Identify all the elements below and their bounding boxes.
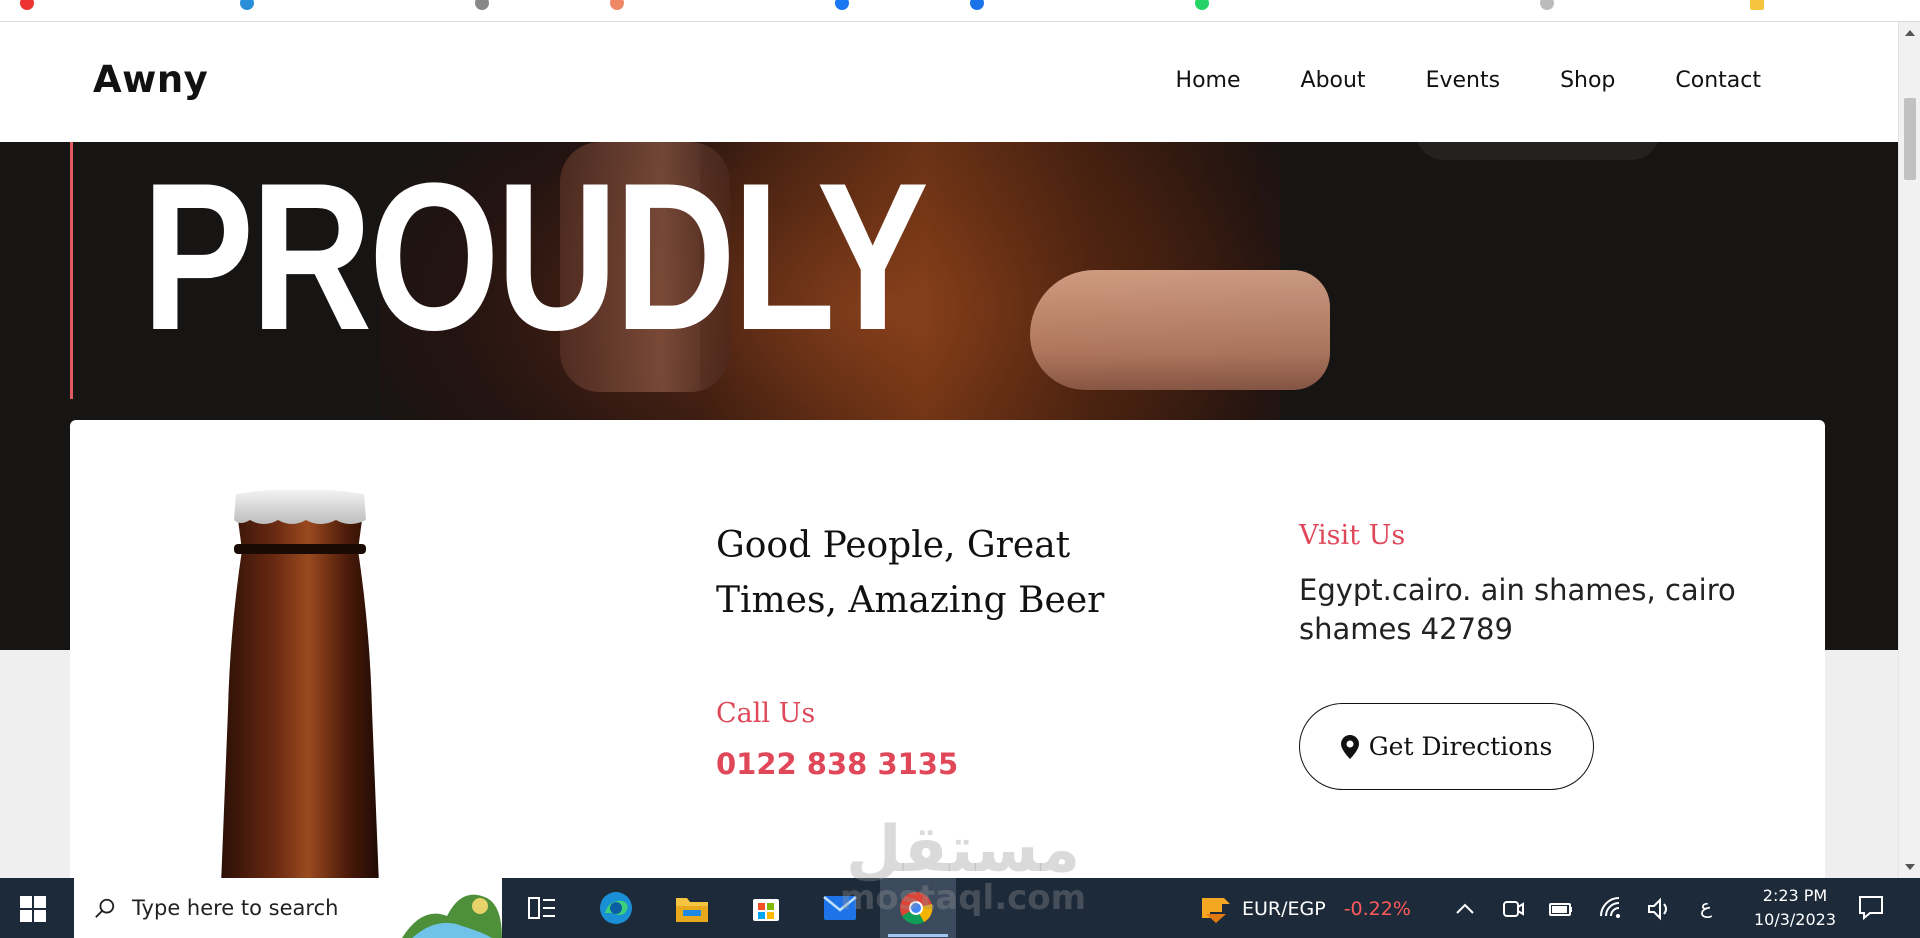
bookmark-favicon-icon (610, 0, 624, 10)
hero-title: PROUDLY (142, 142, 929, 374)
hero-accent-line (70, 142, 73, 399)
bookmark-favicon-icon (970, 0, 984, 10)
bookmark-favicon-icon (20, 0, 34, 10)
bookmark-item[interactable] (970, 0, 984, 12)
nav-events[interactable]: Events (1426, 68, 1501, 93)
bookmark-favicon-icon (240, 0, 254, 10)
clock-date: 10/3/2023 (1753, 910, 1837, 929)
wifi-icon[interactable] (1598, 896, 1624, 922)
nav-home[interactable]: Home (1176, 68, 1241, 93)
address-text: Egypt.cairo. ain shames, cairo shames 42… (1299, 573, 1736, 646)
search-highlight-illustration-icon (402, 894, 502, 938)
call-us-label: Call Us (716, 698, 816, 729)
watermark: مستقل mostaql.com (840, 813, 1087, 918)
ticker-change: -0.22% (1343, 898, 1411, 920)
info-column-visit: Visit Us Egypt.cairo. ain shames, cairo … (1299, 520, 1739, 790)
map-pin-icon (1340, 734, 1359, 759)
bookmark-item[interactable] (610, 0, 624, 12)
page-scrollbar[interactable] (1898, 22, 1920, 878)
tagline-heading: Good People, Great Times, Amazing Beer (716, 525, 1105, 621)
ticker-trend-icon (1202, 898, 1230, 923)
taskbar-active-indicator (888, 934, 948, 937)
bookmark-favicon-icon (1195, 0, 1209, 10)
bookmark-item[interactable] (1195, 0, 1209, 12)
nav-about[interactable]: About (1301, 68, 1366, 93)
scroll-down-arrow-icon[interactable] (1905, 864, 1915, 870)
bookmark-folder[interactable] (1750, 0, 1764, 12)
taskbar-search-box[interactable]: Type here to search (74, 878, 502, 938)
microsoft-store-icon[interactable] (748, 890, 784, 926)
hero-cta-pill[interactable] (1415, 142, 1660, 160)
bookmarks-bar (0, 0, 1920, 22)
beer-bottle-image (221, 490, 379, 878)
watermark-latin: mostaql.com (840, 878, 1087, 918)
show-hidden-icons-chevron-icon[interactable] (1452, 896, 1478, 922)
site-header: Awny Home About Events Shop Contact (0, 22, 1898, 142)
visit-us-label: Visit Us (1299, 520, 1406, 551)
scroll-up-arrow-icon[interactable] (1905, 30, 1915, 36)
clock-time: 2:23 PM (1762, 886, 1828, 905)
nav-contact[interactable]: Contact (1675, 68, 1761, 93)
info-card: Good People, Great Times, Amazing Beer C… (70, 420, 1825, 878)
bookmark-item[interactable] (475, 0, 489, 12)
info-column-main: Good People, Great Times, Amazing Beer C… (716, 518, 1146, 781)
bookmark-item[interactable] (240, 0, 254, 12)
get-directions-button[interactable]: Get Directions (1299, 703, 1594, 790)
bookmark-item[interactable] (20, 0, 34, 12)
bookmark-item[interactable] (1540, 0, 1554, 12)
ticker-pair: EUR/EGP (1242, 898, 1326, 920)
get-directions-label: Get Directions (1368, 732, 1553, 761)
taskbar-clock[interactable]: 2:23 PM 10/3/2023 (1740, 884, 1850, 932)
currency-ticker[interactable]: EUR/EGP -0.22% (1200, 894, 1411, 924)
bookmark-favicon-icon (835, 0, 849, 10)
site-logo[interactable]: Awny (93, 58, 208, 101)
battery-icon[interactable] (1548, 896, 1574, 922)
meet-now-icon[interactable] (1500, 896, 1526, 922)
search-placeholder: Type here to search (132, 896, 339, 920)
search-icon (95, 898, 115, 918)
volume-icon[interactable] (1646, 896, 1672, 922)
scrollbar-thumb[interactable] (1904, 98, 1916, 180)
notifications-icon[interactable] (1858, 894, 1884, 920)
input-language-indicator[interactable]: ع (1700, 894, 1712, 918)
bookmark-favicon-icon (475, 0, 489, 10)
file-explorer-icon[interactable] (674, 890, 710, 926)
windows-start-icon[interactable] (20, 896, 46, 922)
bookmark-favicon-icon (1540, 0, 1554, 10)
page-viewport: Awny Home About Events Shop Contact PROU… (0, 22, 1898, 878)
nav-shop[interactable]: Shop (1560, 68, 1615, 93)
hero-photo-hand (1030, 270, 1330, 390)
watermark-arabic: مستقل (846, 813, 1081, 887)
edge-browser-icon[interactable] (598, 890, 634, 926)
phone-number-link[interactable]: 0122 838 3135 (716, 747, 1146, 781)
folder-icon (1750, 0, 1764, 10)
task-view-icon[interactable] (524, 890, 560, 926)
main-nav: Home About Events Shop Contact (1176, 68, 1761, 93)
bookmark-item[interactable] (835, 0, 849, 12)
